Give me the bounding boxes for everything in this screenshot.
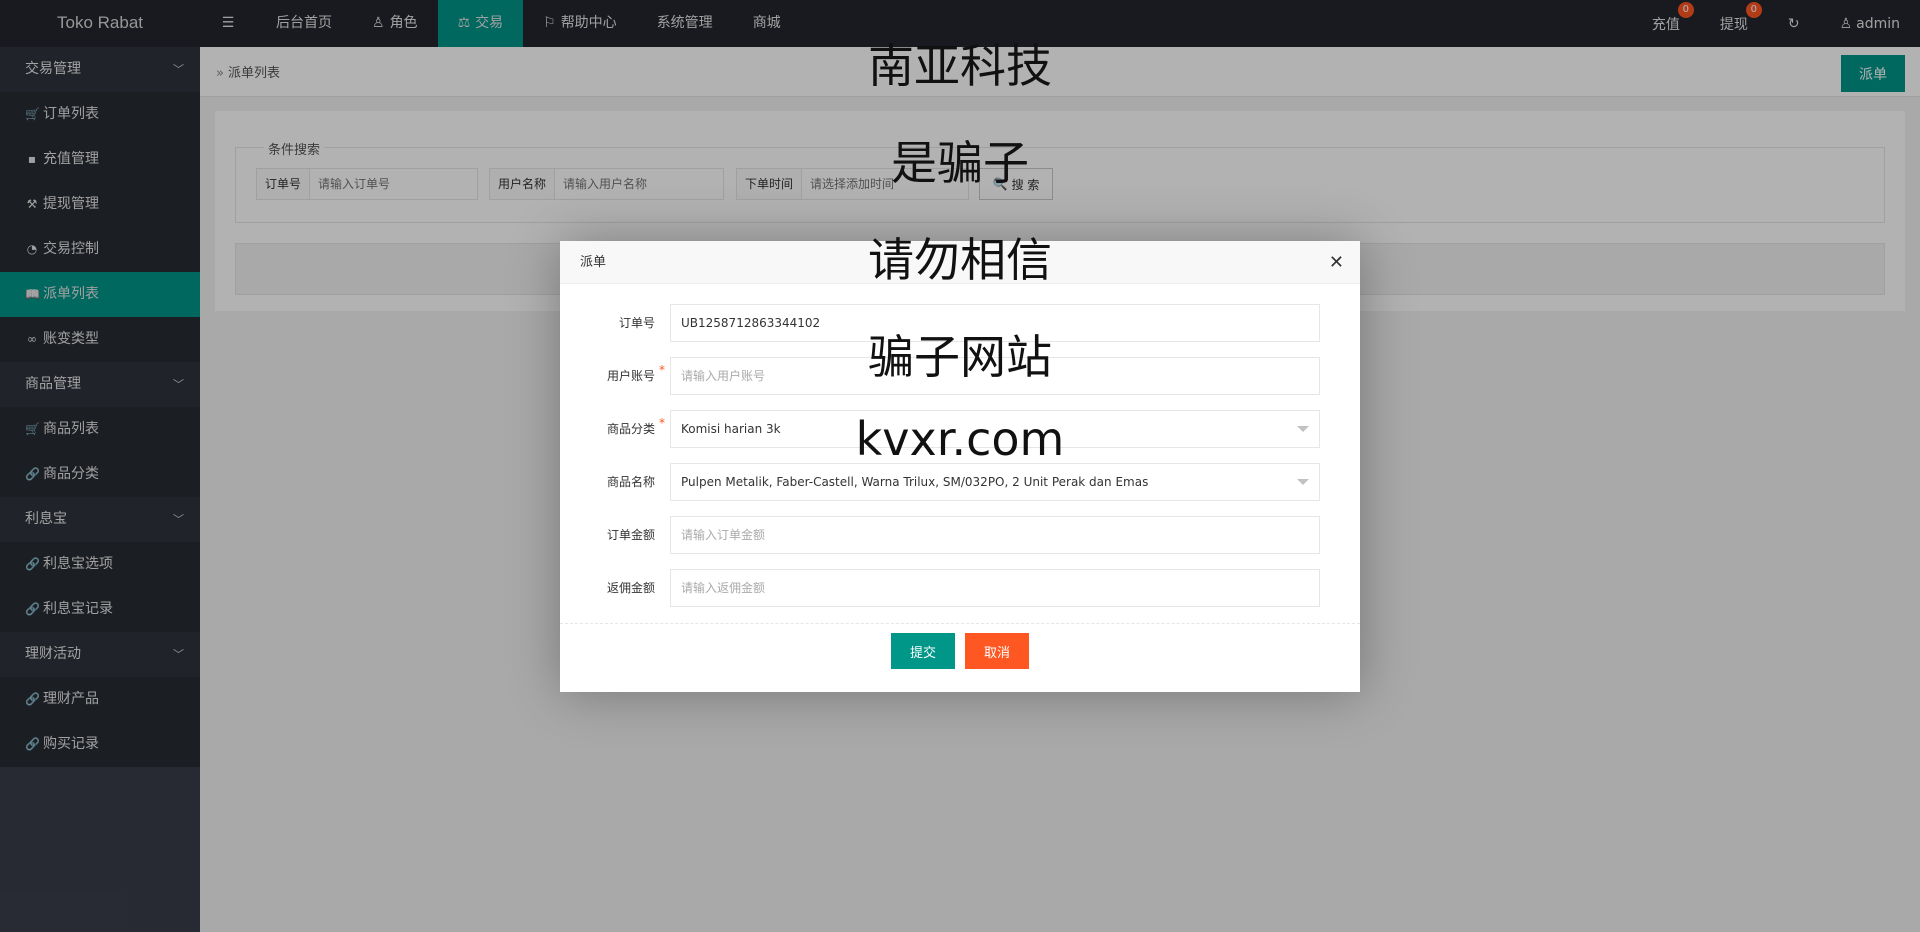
modal-footer: 提交 取消	[560, 633, 1360, 669]
watermark-line: 骗子网站	[868, 330, 1052, 384]
required-mark: *	[659, 416, 665, 430]
rebate-label: 返佣金额	[606, 581, 655, 595]
amount-input[interactable]: 请输入订单金额	[670, 516, 1320, 554]
account-label: 用户账号	[606, 369, 655, 383]
product-label: 商品名称	[606, 475, 655, 489]
cancel-button[interactable]: 取消	[965, 633, 1029, 669]
watermark-line: 南亚科技	[868, 39, 1052, 93]
submit-button[interactable]: 提交	[891, 633, 955, 669]
rebate-input[interactable]: 请输入返佣金额	[670, 569, 1320, 607]
watermark-line: 是骗子	[891, 136, 1029, 190]
product-row: 商品名称 Pulpen Metalik, Faber-Castell, Warn…	[560, 463, 1360, 501]
order-no-label: 订单号	[618, 316, 655, 330]
watermark-line: kvxr.com	[855, 412, 1065, 466]
caret-down-icon	[1297, 426, 1309, 432]
amount-row: 订单金额 请输入订单金额	[560, 516, 1360, 554]
close-icon[interactable]: ✕	[1329, 241, 1344, 284]
modal-title: 派单	[580, 255, 607, 270]
dispatch-modal: 派单 ✕ 订单号 UB1258712863344102 用户账号 * 请输入用户…	[560, 241, 1360, 692]
caret-down-icon	[1297, 479, 1309, 485]
product-select[interactable]: Pulpen Metalik, Faber-Castell, Warna Tri…	[670, 463, 1320, 501]
watermark-line: 请勿相信	[868, 233, 1052, 287]
required-mark: *	[659, 363, 665, 377]
rebate-row: 返佣金额 请输入返佣金额	[560, 569, 1360, 607]
product-value: Pulpen Metalik, Faber-Castell, Warna Tri…	[681, 475, 1149, 489]
category-label: 商品分类	[606, 422, 655, 436]
amount-label: 订单金额	[606, 528, 655, 542]
